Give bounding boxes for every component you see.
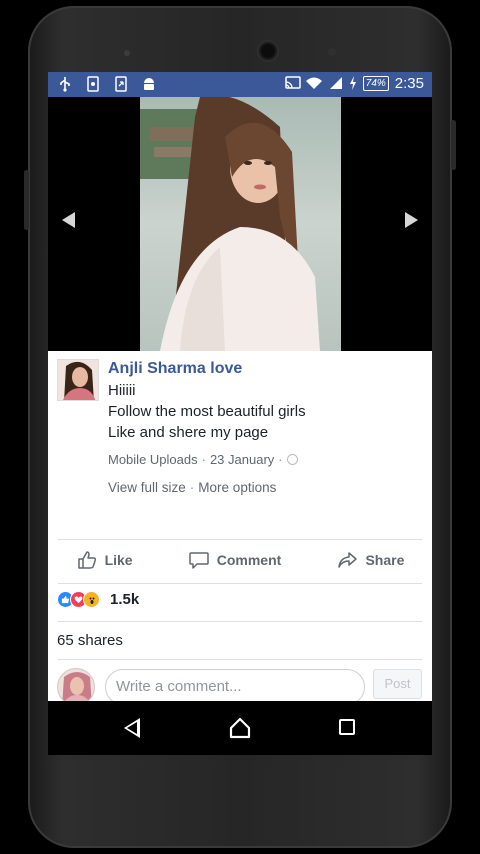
view-full-size-link[interactable]: View full size bbox=[108, 480, 186, 495]
usb-icon bbox=[58, 76, 72, 92]
front-camera bbox=[257, 40, 279, 62]
post-text-line: Like and shere my page bbox=[108, 424, 269, 441]
recent-apps-icon[interactable] bbox=[339, 719, 355, 735]
divider bbox=[58, 539, 422, 540]
comment-button[interactable]: Comment bbox=[188, 547, 282, 573]
more-options-link[interactable]: More options bbox=[198, 480, 276, 495]
comment-label: Comment bbox=[216, 552, 282, 568]
post-card: Anjli Sharma love Hiiiii Follow the most… bbox=[48, 351, 432, 706]
earpiece bbox=[124, 50, 130, 56]
wow-reaction-icon bbox=[83, 591, 100, 608]
chevron-left-icon[interactable] bbox=[62, 212, 75, 228]
android-icon bbox=[142, 76, 156, 92]
clock: 2:35 bbox=[394, 75, 424, 92]
like-button[interactable]: Like bbox=[76, 547, 133, 573]
comment-input[interactable]: Write a comment... bbox=[105, 669, 365, 705]
album-link[interactable]: Mobile Uploads bbox=[108, 452, 198, 467]
action-bar: Like Comment Share bbox=[48, 547, 432, 573]
download-icon bbox=[114, 76, 128, 92]
thumbs-up-icon bbox=[76, 549, 98, 571]
post-links: View full size · More options bbox=[108, 480, 276, 495]
meta-separator: · bbox=[201, 452, 206, 467]
post-text: Hiiiii Follow the most beautiful girls L… bbox=[108, 380, 306, 443]
post-meta: Mobile Uploads · 23 January · bbox=[108, 452, 298, 467]
post-text-line: Hiiiii bbox=[108, 382, 136, 399]
meta-separator: · bbox=[189, 480, 195, 495]
sd-card-icon bbox=[86, 76, 100, 92]
signal-icon bbox=[329, 76, 343, 92]
charging-icon bbox=[349, 75, 357, 92]
power-button bbox=[451, 120, 456, 170]
home-icon[interactable] bbox=[229, 717, 251, 744]
proximity-sensor bbox=[328, 48, 336, 56]
divider bbox=[58, 583, 422, 584]
status-bar: 74% 2:35 bbox=[48, 72, 432, 97]
wifi-icon bbox=[305, 76, 323, 92]
reaction-count: 1.5k bbox=[110, 591, 140, 608]
post-photo[interactable] bbox=[140, 97, 341, 351]
screen: 74% 2:35 Anjli Sharma love Hiiiii Follow… bbox=[48, 72, 432, 755]
meta-separator: · bbox=[278, 452, 283, 467]
share-button[interactable]: Share bbox=[336, 547, 404, 573]
post-comment-button[interactable]: Post bbox=[373, 669, 422, 699]
comment-icon bbox=[188, 549, 210, 571]
share-label: Share bbox=[365, 552, 405, 568]
reactions-summary[interactable]: 1.5k bbox=[57, 591, 139, 608]
back-icon[interactable] bbox=[124, 718, 140, 738]
author-avatar[interactable] bbox=[57, 359, 99, 401]
comment-composer: Write a comment... Post bbox=[48, 663, 432, 706]
cast-icon bbox=[285, 75, 301, 92]
chevron-right-icon[interactable] bbox=[405, 212, 418, 228]
divider bbox=[58, 659, 422, 660]
author-name[interactable]: Anjli Sharma love bbox=[108, 360, 242, 378]
divider bbox=[58, 621, 422, 622]
like-label: Like bbox=[104, 552, 133, 568]
photo-viewer bbox=[48, 97, 432, 351]
volume-button bbox=[24, 170, 29, 230]
post-text-line: Follow the most beautiful girls bbox=[108, 403, 306, 420]
battery-indicator: 74% bbox=[362, 76, 389, 91]
share-icon bbox=[336, 549, 358, 571]
post-date: 23 January bbox=[209, 452, 275, 467]
navigation-bar bbox=[48, 701, 432, 755]
shares-count[interactable]: 65 shares bbox=[57, 632, 123, 649]
globe-icon bbox=[286, 454, 298, 465]
